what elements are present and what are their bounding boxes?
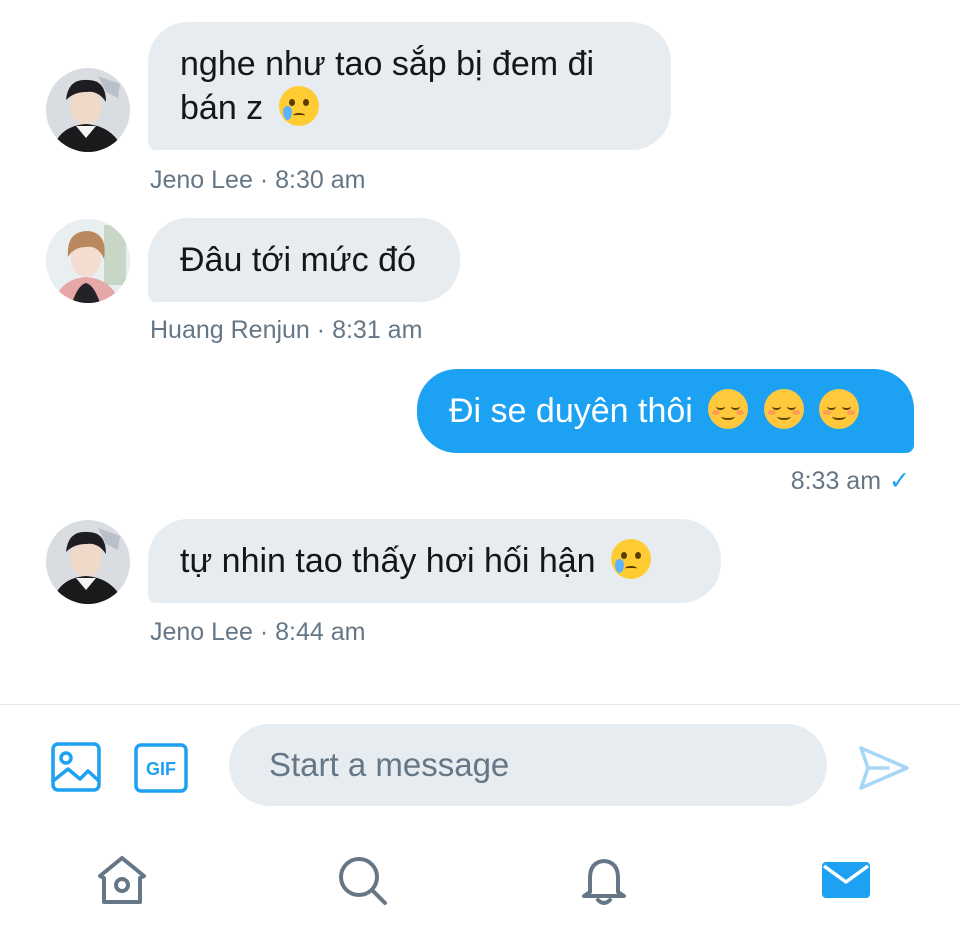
message-meta: 8:33 am ✓ <box>791 466 910 496</box>
sent-message-bubble[interactable]: Đi se duyên thôi <box>417 369 914 453</box>
meta-separator: · <box>259 166 269 194</box>
bell-icon[interactable] <box>576 852 632 908</box>
message-bubble[interactable]: Đâu tới mức đó <box>148 218 460 302</box>
avatar-jeno-lee[interactable] <box>46 520 130 604</box>
message-bubble[interactable]: nghe như tao sắp bị đem đi bán z <box>148 22 671 150</box>
message-text: Đâu tới mức đó <box>180 241 416 279</box>
smiling-face-emoji <box>819 389 860 429</box>
avatar-huang-renjun[interactable] <box>46 219 130 303</box>
message-time: 8:33 am <box>790 467 882 495</box>
image-icon[interactable] <box>50 741 102 798</box>
send-icon[interactable] <box>858 744 910 797</box>
gif-button[interactable]: GIF <box>134 743 188 798</box>
smiling-face-emoji <box>763 389 804 429</box>
sender-name: Jeno Lee <box>150 618 253 646</box>
message-text: tự nhin tao thấy hơi hối hận <box>180 542 596 580</box>
message-meta: Huang Renjun · 8:31 am <box>150 315 422 345</box>
avatar-jeno-lee[interactable] <box>46 68 130 152</box>
message-text-line: bán z <box>180 89 264 127</box>
meta-separator: · <box>259 618 269 646</box>
crying-face-emoji <box>611 539 652 579</box>
message-time: 8:44 am <box>275 618 366 646</box>
mail-icon[interactable] <box>818 852 874 908</box>
bottom-tab-bar <box>0 824 960 938</box>
message-composer: GIF <box>0 704 960 824</box>
message-input[interactable] <box>229 724 827 806</box>
message-meta: Jeno Lee · 8:30 am <box>150 165 365 195</box>
home-icon[interactable] <box>94 852 150 908</box>
message-time: 8:31 am <box>332 316 423 344</box>
message-bubble[interactable]: tự nhin tao thấy hơi hối hận <box>148 519 721 603</box>
message-text-line: nghe như tao sắp bị đem đi <box>180 45 595 83</box>
meta-separator: · <box>316 316 326 344</box>
message-list[interactable]: nghe như tao sắp bị đem đi bán z Jeno Le… <box>0 0 960 700</box>
gif-label: GIF <box>146 759 176 779</box>
search-icon[interactable] <box>334 852 390 908</box>
smiling-face-emoji <box>708 389 749 429</box>
message-time: 8:30 am <box>275 166 366 194</box>
crying-face-emoji <box>278 86 319 126</box>
sender-name: Huang Renjun <box>150 316 310 344</box>
sender-name: Jeno Lee <box>150 166 253 194</box>
message-text: Đi se duyên thôi <box>449 392 693 430</box>
dm-conversation-screen: nghe như tao sắp bị đem đi bán z Jeno Le… <box>0 0 960 938</box>
message-meta: Jeno Lee · 8:44 am <box>150 617 365 647</box>
check-icon: ✓ <box>889 467 910 495</box>
